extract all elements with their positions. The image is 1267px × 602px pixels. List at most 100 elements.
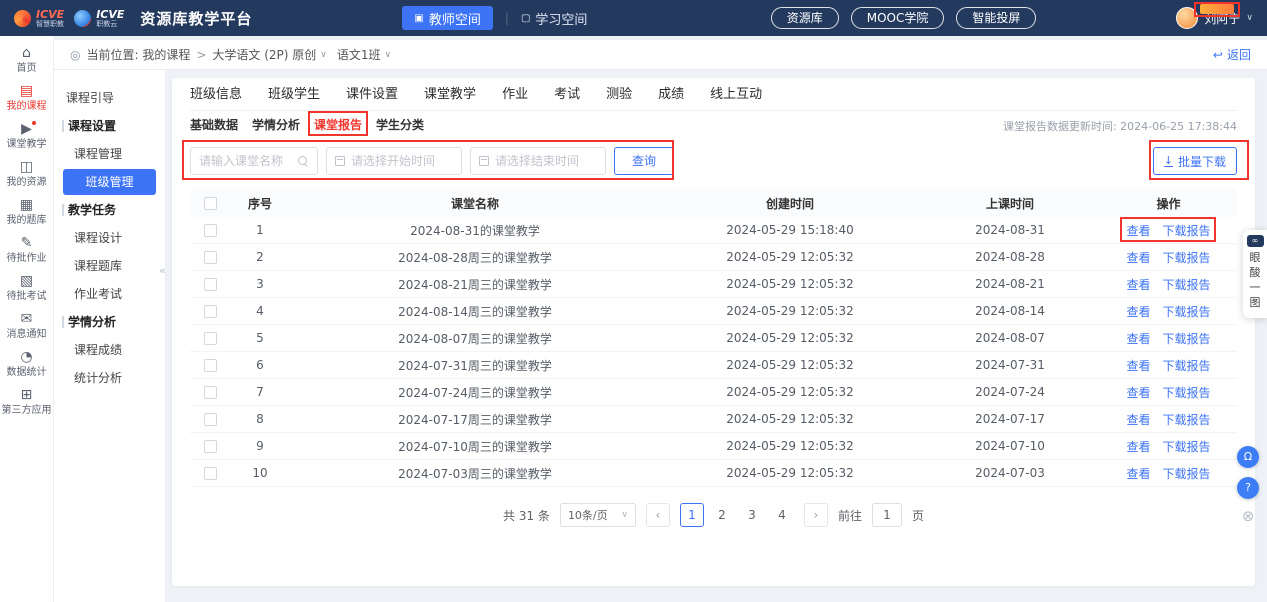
download-report-link[interactable]: 下载报告: [1163, 438, 1211, 455]
primary-tab[interactable]: 考试: [554, 86, 580, 104]
query-button[interactable]: 查询: [614, 147, 674, 175]
view-link[interactable]: 查看: [1126, 330, 1150, 347]
page-numbers: 1234: [680, 503, 794, 527]
prev-page-button[interactable]: ‹: [646, 503, 670, 527]
row-checkbox[interactable]: [204, 251, 217, 264]
page-number-button[interactable]: 2: [710, 503, 734, 527]
learning-space-link[interactable]: ▢ 学习空间: [521, 9, 587, 28]
teacher-space-button[interactable]: ▣ 教师空间: [402, 6, 492, 30]
menu-item[interactable]: 班级管理: [63, 169, 156, 195]
primary-tab[interactable]: 线上互动: [710, 86, 762, 104]
sidebar-rail-item[interactable]: ⌂ 首页: [0, 46, 53, 74]
end-time-field: [470, 147, 606, 175]
download-report-link[interactable]: 下载报告: [1163, 276, 1211, 293]
sidebar-rail-item[interactable]: ▤ 我的课程: [0, 84, 53, 112]
view-link[interactable]: 查看: [1126, 222, 1150, 239]
view-link[interactable]: 查看: [1126, 249, 1150, 266]
download-report-link[interactable]: 下载报告: [1163, 357, 1211, 374]
sidebar-rail-item[interactable]: ⊞ 第三方应用: [0, 388, 53, 416]
start-time-input[interactable]: [351, 154, 453, 168]
row-checkbox[interactable]: [204, 332, 217, 345]
row-checkbox[interactable]: [204, 305, 217, 318]
menu-item[interactable]: 作业考试: [54, 280, 165, 308]
primary-tab[interactable]: 班级学生: [268, 86, 320, 104]
sidebar-rail-item[interactable]: ✉ 消息通知: [0, 312, 53, 340]
sidebar-rail-item[interactable]: ◫ 我的资源: [0, 160, 53, 188]
support-float-button[interactable]: Ω: [1237, 446, 1259, 468]
secondary-tab[interactable]: 学情分析: [252, 117, 300, 134]
menu-collapse-handle[interactable]: «: [159, 264, 166, 277]
next-page-button[interactable]: ›: [804, 503, 828, 527]
row-checkbox[interactable]: [204, 386, 217, 399]
download-report-link[interactable]: 下载报告: [1163, 249, 1211, 266]
view-link[interactable]: 查看: [1126, 465, 1150, 482]
download-report-link[interactable]: 下载报告: [1163, 330, 1211, 347]
logo-icve-cloud[interactable]: ICVE 职教云: [74, 9, 124, 28]
row-checkbox[interactable]: [204, 359, 217, 372]
header-pill-link[interactable]: MOOC学院: [851, 7, 945, 29]
user-avatar[interactable]: [1176, 7, 1198, 29]
back-button[interactable]: ↩ 返回: [1213, 46, 1251, 63]
view-link[interactable]: 查看: [1126, 438, 1150, 455]
collapse-float-button[interactable]: ⊗: [1242, 508, 1255, 524]
row-checkbox[interactable]: [204, 413, 217, 426]
view-link[interactable]: 查看: [1126, 303, 1150, 320]
view-link[interactable]: 查看: [1126, 411, 1150, 428]
logo-icve-primary[interactable]: ICVE 智慧职教: [14, 9, 64, 28]
goto-page-input[interactable]: [872, 503, 902, 527]
download-report-link[interactable]: 下载报告: [1163, 303, 1211, 320]
breadcrumb-class-dropdown[interactable]: 语文1班 ∨: [337, 46, 391, 63]
row-checkbox[interactable]: [204, 224, 217, 237]
row-checkbox[interactable]: [204, 467, 217, 480]
help-float-button[interactable]: ?: [1237, 477, 1259, 499]
download-report-link[interactable]: 下载报告: [1163, 411, 1211, 428]
primary-tab[interactable]: 课堂教学: [424, 86, 476, 104]
side-eye-widget[interactable]: ∞ 眼酸一图: [1243, 230, 1267, 318]
sidebar-rail-item[interactable]: ▧ 待批考试: [0, 274, 53, 302]
view-link[interactable]: 查看: [1126, 357, 1150, 374]
end-time-input[interactable]: [495, 154, 597, 168]
menu-item[interactable]: 课程设置: [54, 112, 165, 140]
menu-item[interactable]: 课程管理: [54, 140, 165, 168]
primary-tab[interactable]: 测验: [606, 86, 632, 104]
view-link[interactable]: 查看: [1126, 276, 1150, 293]
header-pill-link[interactable]: 智能投屏: [956, 7, 1036, 29]
menu-item[interactable]: 课程成绩: [54, 336, 165, 364]
sidebar-rail-item[interactable]: ▶ 课堂教学: [0, 122, 53, 150]
breadcrumb-course-dropdown[interactable]: 大学语文 (2P) 原创 ∨: [212, 46, 326, 63]
view-link[interactable]: 查看: [1126, 384, 1150, 401]
row-checkbox-cell: [190, 278, 230, 291]
page-number-button[interactable]: 1: [680, 503, 704, 527]
classroom-name-input[interactable]: [199, 154, 292, 168]
batch-download-button[interactable]: ↓ 批量下载: [1153, 147, 1237, 175]
page-number-button[interactable]: 4: [770, 503, 794, 527]
menu-item[interactable]: 课程设计: [54, 224, 165, 252]
select-all-checkbox[interactable]: [204, 197, 217, 210]
primary-tab[interactable]: 课件设置: [346, 86, 398, 104]
sidebar-rail-item[interactable]: ◔ 数据统计: [0, 350, 53, 378]
menu-item[interactable]: 教学任务: [54, 196, 165, 224]
menu-item[interactable]: 课程引导: [54, 84, 165, 112]
primary-tab[interactable]: 作业: [502, 86, 528, 104]
secondary-tab[interactable]: 学生分类: [376, 117, 424, 134]
menu-item[interactable]: 统计分析: [54, 364, 165, 392]
download-report-link[interactable]: 下载报告: [1163, 222, 1211, 239]
header-pill-link[interactable]: 资源库: [771, 7, 839, 29]
promo-badge-icon[interactable]: [1200, 4, 1234, 14]
secondary-tab[interactable]: 课堂报告: [314, 117, 362, 134]
menu-item[interactable]: 课程题库: [54, 252, 165, 280]
primary-tab[interactable]: 成绩: [658, 86, 684, 104]
row-checkbox[interactable]: [204, 278, 217, 291]
row-class-time: 2024-08-31: [920, 223, 1100, 237]
table-row: 10 2024-07-03周三的课堂教学 2024-05-29 12:05:32…: [190, 460, 1237, 487]
menu-item[interactable]: 学情分析: [54, 308, 165, 336]
download-report-link[interactable]: 下载报告: [1163, 465, 1211, 482]
primary-tab[interactable]: 班级信息: [190, 86, 242, 104]
download-report-link[interactable]: 下载报告: [1163, 384, 1211, 401]
secondary-tab[interactable]: 基础数据: [190, 117, 238, 134]
sidebar-rail-item[interactable]: ✎ 待批作业: [0, 236, 53, 264]
page-size-select[interactable]: 10条/页 ∨: [560, 503, 636, 527]
sidebar-rail-item[interactable]: ▦ 我的题库: [0, 198, 53, 226]
row-checkbox[interactable]: [204, 440, 217, 453]
page-number-button[interactable]: 3: [740, 503, 764, 527]
